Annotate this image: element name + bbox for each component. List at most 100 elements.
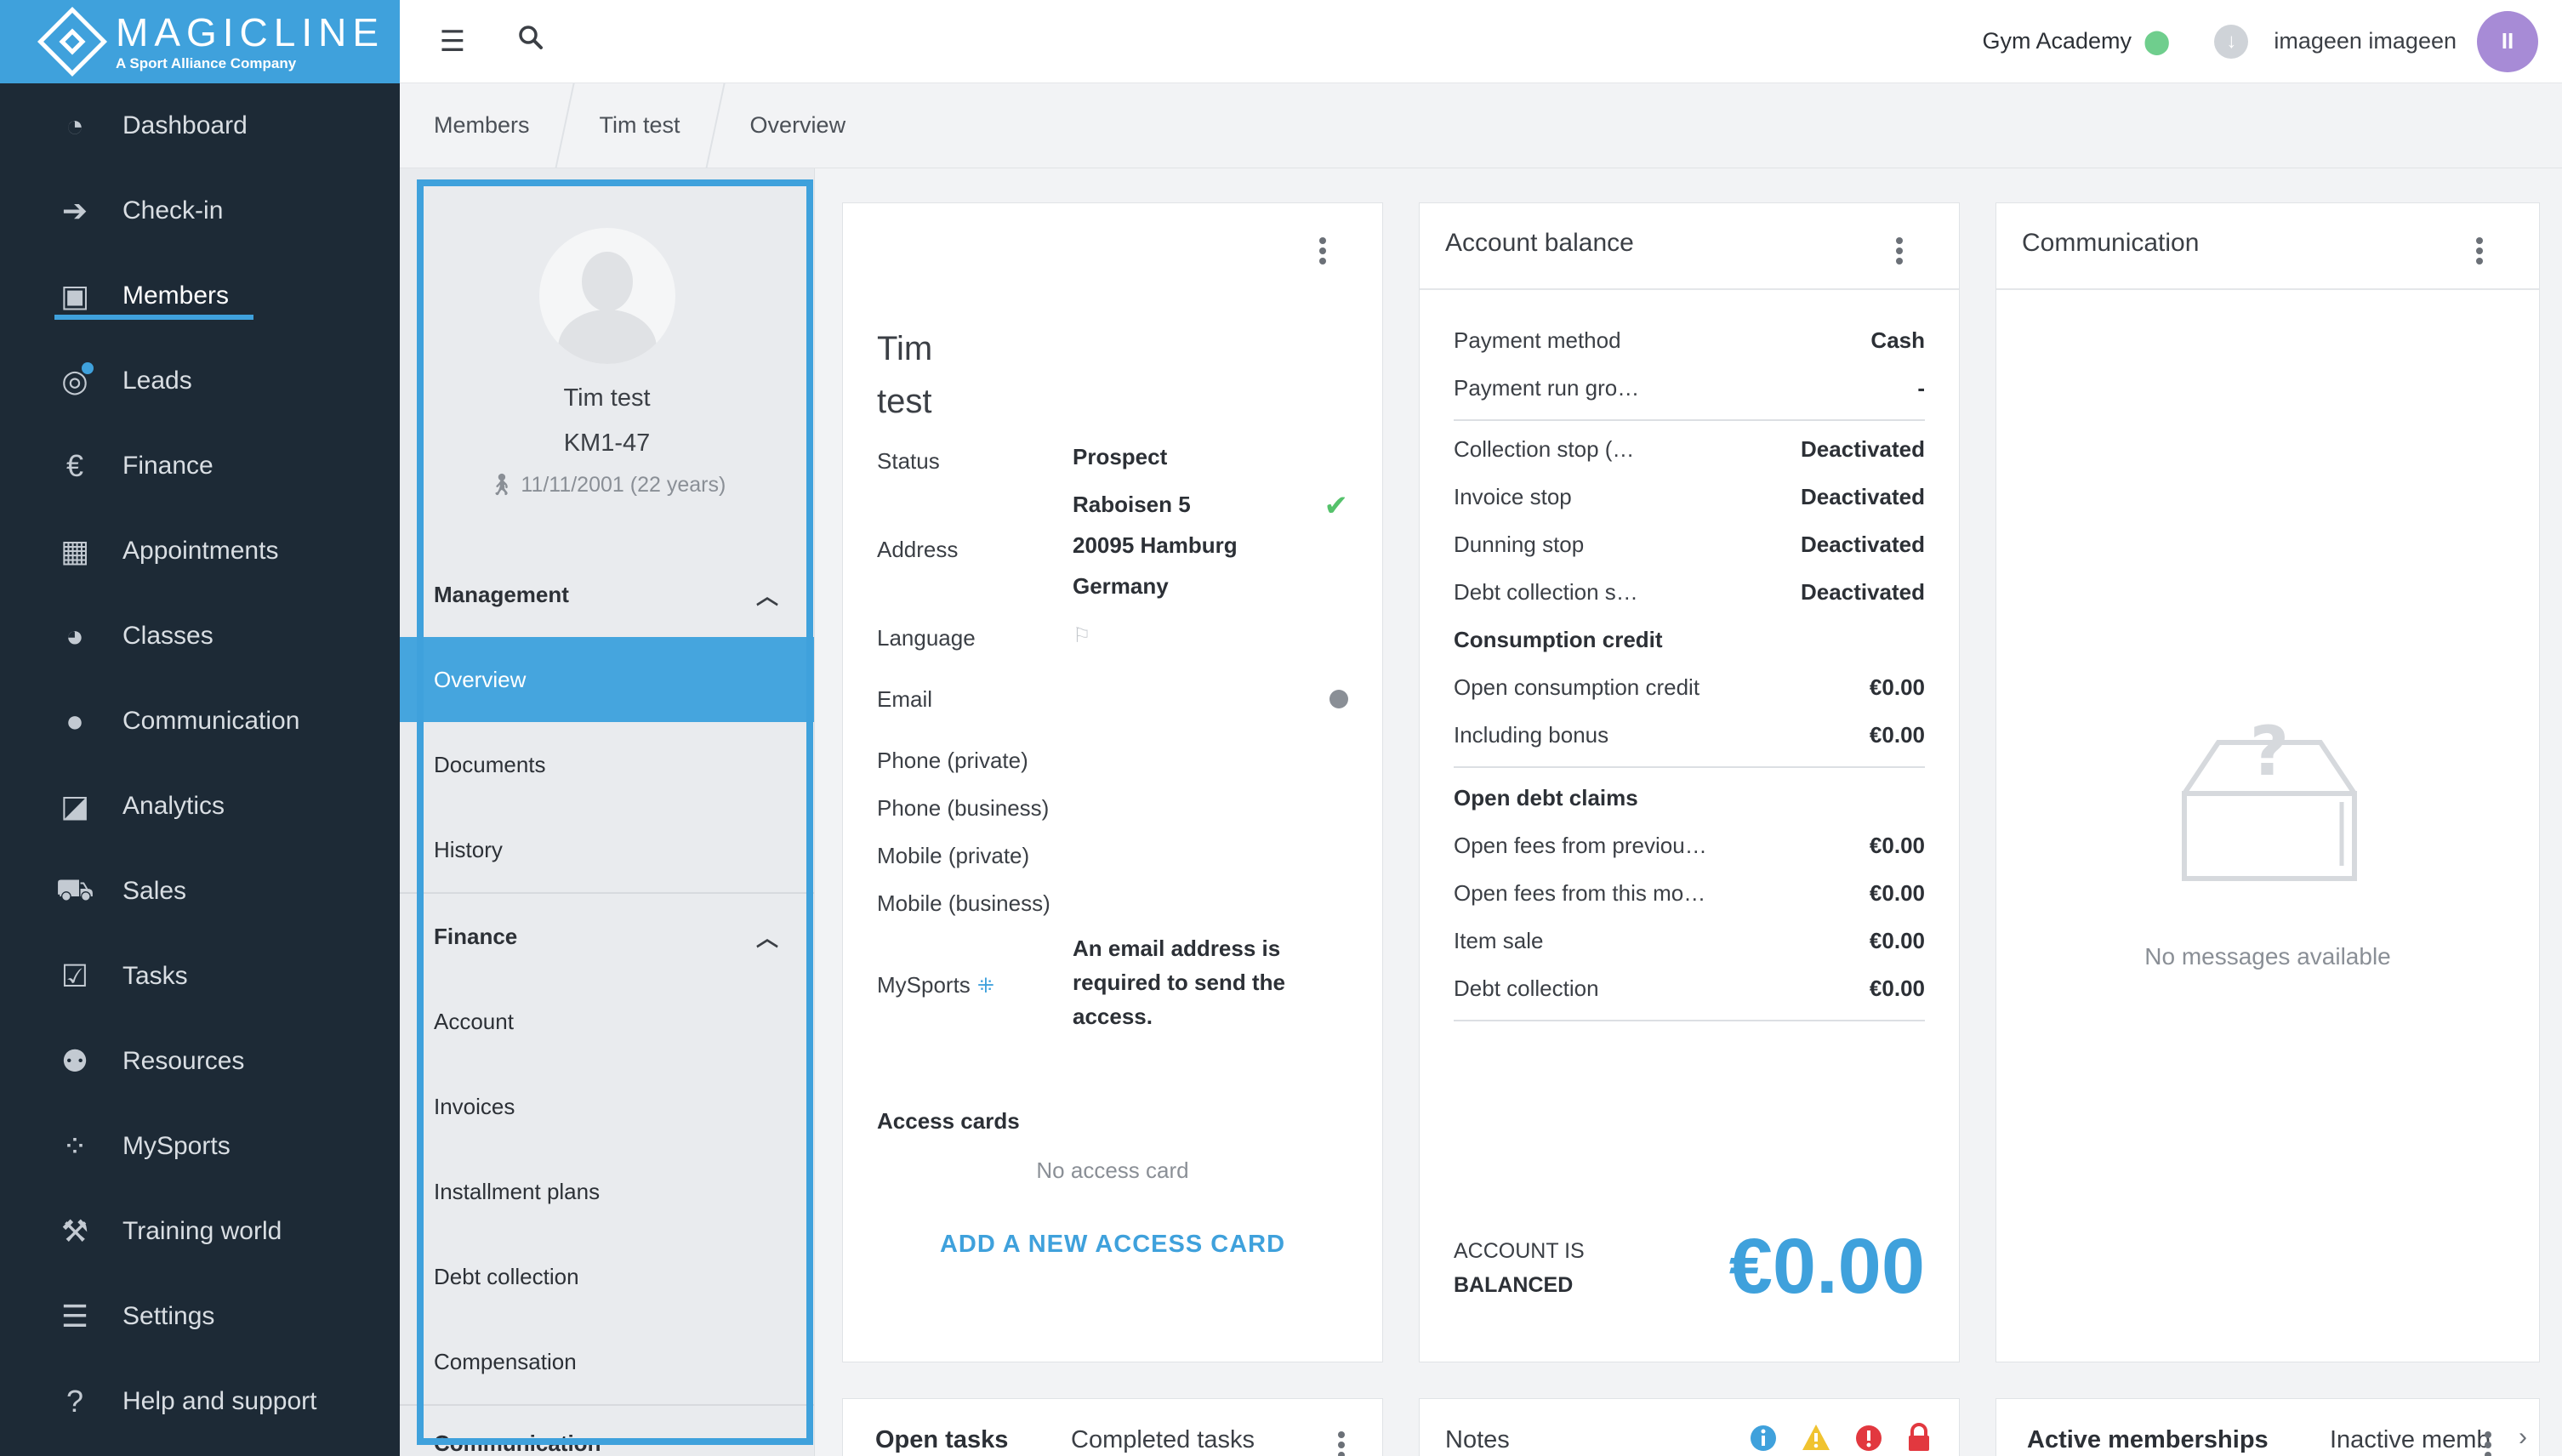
balance-row-label: Open fees from previou… — [1454, 833, 1707, 858]
more-options-icon[interactable] — [2485, 1428, 2491, 1456]
balance-row: Open fees from this mo… €0.00 — [1454, 880, 1925, 907]
tab-completed-tasks[interactable]: Completed tasks — [1071, 1426, 1255, 1454]
nav-item-classes[interactable]: ◕ Classes — [0, 594, 400, 679]
location-pin-icon: ⬤ — [2144, 28, 2171, 54]
side-item-installment-plans[interactable]: Installment plans — [400, 1149, 814, 1234]
nav-item-label: Sales — [122, 877, 187, 905]
nav-item-tasks[interactable]: ☑ Tasks — [0, 934, 400, 1019]
hamburger-menu-icon[interactable]: ☰ — [436, 25, 470, 59]
divider — [1454, 1020, 1925, 1021]
account-balance-title: Account balance — [1445, 229, 1634, 257]
member-name: Tim test — [563, 384, 651, 412]
member-id: KM1-47 — [563, 429, 651, 457]
account-balance-card: Account balance Payment method Cash Payme… — [1419, 202, 1960, 1362]
lock-icon[interactable] — [1906, 1423, 1932, 1456]
nav-item-dashboard[interactable]: ◔ Dashboard — [0, 83, 400, 168]
user-avatar[interactable]: II — [2477, 10, 2538, 72]
more-options-icon[interactable] — [1319, 234, 1326, 268]
balance-row: Payment method Cash — [1454, 327, 1925, 354]
empty-inbox-icon: ? — [2172, 712, 2367, 891]
more-options-icon[interactable] — [1896, 234, 1903, 268]
balance-row-value: €0.00 — [1869, 928, 1925, 953]
more-options-icon[interactable] — [1338, 1428, 1345, 1456]
nav-item-training-world[interactable]: ⚒ Training world — [0, 1189, 400, 1274]
warning-icon[interactable] — [1801, 1423, 1831, 1456]
dashboard-icon: ◔ — [65, 108, 84, 143]
nav-item-members[interactable]: ▣ Members — [0, 253, 400, 338]
section-communication-header[interactable]: Communication — [400, 1406, 814, 1456]
more-options-icon[interactable] — [2476, 234, 2483, 268]
nav-item-help-and-support[interactable]: ? Help and support — [0, 1359, 400, 1444]
divider — [1454, 419, 1925, 421]
section-finance-header[interactable]: Finance ︿ — [400, 894, 814, 979]
side-item-history[interactable]: History — [400, 807, 814, 892]
balance-row-label: Debt collection — [1454, 975, 1599, 1001]
balance-row: Payment run gro… - — [1454, 375, 1925, 401]
breadcrumb-member[interactable]: Tim test — [566, 83, 716, 168]
info-icon[interactable] — [1750, 1425, 1777, 1456]
phone-business-label: Phone (business) — [877, 795, 1050, 821]
side-item-compensation[interactable]: Compensation — [400, 1319, 814, 1404]
nav-item-mysports[interactable]: ⁘ MySports — [0, 1104, 400, 1189]
communication-title: Communication — [2022, 229, 2200, 257]
mysports-icon: ⁘ — [61, 1129, 88, 1163]
studio-selector[interactable]: Gym Academy ⬤ — [1982, 27, 2170, 55]
balance-row-label: Invoice stop — [1454, 484, 1572, 509]
balance-row-value: - — [1917, 375, 1925, 401]
balance-row-value: €0.00 — [1869, 722, 1925, 748]
chevron-right-icon[interactable]: › — [2519, 1423, 2527, 1452]
member-first-name: Tim — [877, 330, 933, 367]
nav-item-check-in[interactable]: ➔ Check-in — [0, 168, 400, 253]
user-name[interactable]: imageen imageen — [2274, 28, 2457, 54]
tab-open-tasks[interactable]: Open tasks — [875, 1426, 1008, 1454]
memberships-card: Active memberships Inactive memb › — [1996, 1398, 2540, 1456]
alert-icon[interactable] — [1855, 1425, 1882, 1456]
breadcrumb: Members Tim test Overview — [400, 83, 2562, 168]
brand-logo[interactable]: MAGICLINE A Sport Alliance Company — [0, 0, 400, 83]
nav-item-label: Analytics — [122, 792, 225, 820]
side-item-invoices[interactable]: Invoices — [400, 1064, 814, 1149]
help-icon: ? — [65, 1384, 84, 1419]
nav-item-label: Settings — [122, 1302, 215, 1330]
communication-card: Communication ? No messages available — [1996, 202, 2540, 1362]
member-avatar-placeholder[interactable] — [538, 228, 675, 364]
brand-name: MAGICLINE — [116, 10, 385, 54]
language-label: Language — [877, 625, 976, 651]
balance-row-label: Open consumption credit — [1454, 674, 1700, 700]
nav-item-appointments[interactable]: ▦ Appointments — [0, 509, 400, 594]
chart-icon: ◪ — [60, 788, 89, 823]
tab-active-memberships[interactable]: Active memberships — [2027, 1426, 2269, 1454]
phone-private-label: Phone (private) — [877, 748, 1028, 773]
svg-text:?: ? — [2250, 717, 2289, 791]
section-management-header[interactable]: Management ︿ — [400, 552, 814, 637]
side-item-account[interactable]: Account — [400, 979, 814, 1064]
mysports-note: An email address is required to send the… — [1073, 936, 1285, 1029]
nav-item-leads[interactable]: ◎ Leads — [0, 338, 400, 424]
member-last-name: test — [877, 383, 932, 420]
balance-row-value: Deactivated — [1801, 532, 1925, 557]
nav-item-sales[interactable]: ⛟ Sales — [0, 849, 400, 934]
balance-row-label: Dunning stop — [1454, 532, 1585, 557]
main-navigation: MAGICLINE A Sport Alliance Company ◔ Dash… — [0, 0, 400, 1456]
nav-item-label: Communication — [122, 707, 300, 735]
tab-inactive-memberships[interactable]: Inactive memb — [2330, 1426, 2491, 1454]
address-verified-check-icon: ✔ — [1324, 490, 1349, 522]
nav-item-analytics[interactable]: ◪ Analytics — [0, 764, 400, 849]
member-side-panel: Tim test KM1-47 🚶︎ 11/11/2001 (22 years)… — [400, 168, 815, 1456]
nav-item-label: Dashboard — [122, 111, 248, 139]
balance-row-value: Deactivated — [1801, 436, 1925, 462]
breadcrumb-members[interactable]: Members — [400, 83, 566, 168]
nav-item-communication[interactable]: ● Communication — [0, 679, 400, 764]
nav-item-resources[interactable]: ⚉ Resources — [0, 1019, 400, 1104]
add-access-card-button[interactable]: ADD A NEW ACCESS CARD — [843, 1231, 1382, 1259]
member-profile: Tim test KM1-47 🚶︎ 11/11/2001 (22 years) — [400, 168, 814, 498]
nav-item-label: MySports — [122, 1132, 231, 1160]
download-icon[interactable]: ↓ — [2214, 24, 2249, 59]
nav-item-finance[interactable]: € Finance — [0, 424, 400, 509]
side-item-overview[interactable]: Overview — [400, 637, 814, 722]
balance-row: Open fees from previou… €0.00 — [1454, 833, 1925, 859]
nav-item-settings[interactable]: ☰ Settings — [0, 1274, 400, 1359]
side-item-documents[interactable]: Documents — [400, 722, 814, 807]
search-icon[interactable] — [514, 25, 548, 58]
side-item-debt-collection[interactable]: Debt collection — [400, 1234, 814, 1319]
